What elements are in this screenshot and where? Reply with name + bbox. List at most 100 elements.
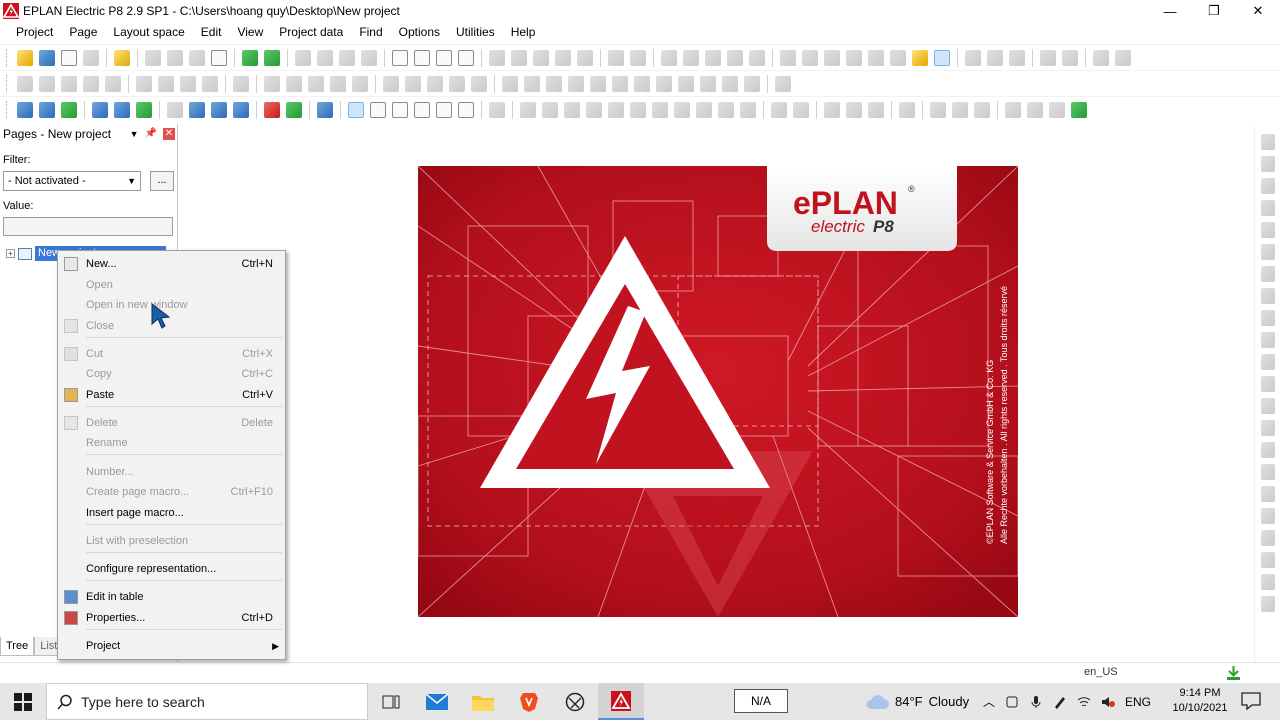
na-indicator[interactable]: N/A — [734, 689, 788, 713]
diamond-icon[interactable] — [383, 75, 399, 92]
previous-page-icon[interactable] — [608, 49, 624, 66]
value-field[interactable] — [3, 217, 173, 236]
microphone-icon[interactable] — [1029, 695, 1043, 709]
terminal-c-icon[interactable] — [449, 75, 465, 92]
menu-options[interactable]: Options — [391, 22, 448, 43]
terminal-a-icon[interactable] — [405, 75, 421, 92]
paste-icon[interactable] — [189, 49, 205, 66]
symbol-e-icon[interactable] — [586, 101, 602, 118]
undo-list-icon[interactable] — [317, 49, 333, 66]
context-menu-item[interactable]: Cut Ctrl+X — [58, 344, 285, 364]
symbol-j-icon[interactable] — [696, 101, 712, 118]
bar-icon[interactable] — [167, 101, 183, 118]
connector-e-icon[interactable] — [1005, 101, 1021, 118]
pick-format-icon[interactable] — [264, 49, 280, 66]
grid-b-icon[interactable] — [683, 49, 699, 66]
symbol-i-icon[interactable] — [674, 101, 690, 118]
connector-f-icon[interactable] — [1027, 101, 1043, 118]
symbol-h-icon[interactable] — [652, 101, 668, 118]
tee-b-icon[interactable] — [1260, 244, 1275, 260]
hatch-a-icon[interactable] — [824, 101, 840, 118]
hex-d-icon[interactable] — [202, 75, 218, 92]
undo-icon[interactable] — [295, 49, 311, 66]
connector-a-icon[interactable] — [899, 101, 915, 118]
panel-menu-icon[interactable]: ▼ — [130, 129, 139, 139]
line-a-icon[interactable] — [1260, 398, 1275, 414]
layout-b-icon[interactable] — [524, 75, 540, 92]
open-project-icon[interactable] — [39, 49, 55, 66]
junction-b-icon[interactable] — [1260, 332, 1275, 348]
cart-icon[interactable] — [1093, 49, 1109, 66]
context-menu-item[interactable]: New... Ctrl+N — [58, 254, 285, 274]
redo-list-icon[interactable] — [361, 49, 377, 66]
grid-a-icon[interactable] — [661, 49, 677, 66]
symbol-k-icon[interactable] — [718, 101, 734, 118]
symbol-f-icon[interactable] — [608, 101, 624, 118]
context-menu-item[interactable]: Insert page macro... — [58, 503, 285, 523]
box-b-icon[interactable] — [286, 75, 302, 92]
expand-icon[interactable]: + — [6, 249, 15, 258]
active-view-icon[interactable] — [934, 49, 950, 66]
new-project-icon[interactable] — [17, 49, 33, 66]
wifi-icon[interactable] — [1077, 695, 1091, 709]
box-c-icon[interactable] — [308, 75, 324, 92]
insert-e-icon[interactable] — [105, 75, 121, 92]
new-sheet-icon[interactable] — [370, 101, 386, 118]
align-c-icon[interactable] — [1009, 49, 1025, 66]
tab-tree[interactable]: Tree — [0, 637, 35, 656]
line-b-icon[interactable] — [1260, 420, 1275, 436]
insert-a-icon[interactable] — [17, 75, 33, 92]
flag-c-icon[interactable] — [233, 101, 249, 118]
filter-select[interactable]: - Not activated - ▼ — [3, 171, 141, 191]
toolbar-grip[interactable] — [6, 48, 10, 67]
layout-h-icon[interactable] — [656, 75, 672, 92]
circle-icon[interactable] — [1260, 530, 1275, 546]
context-menu-item[interactable]: Configure representation... — [58, 559, 285, 579]
arc-icon[interactable] — [1260, 574, 1275, 590]
line-d-icon[interactable] — [1260, 464, 1275, 480]
grid-d-icon[interactable] — [727, 49, 743, 66]
add-device-icon[interactable] — [61, 101, 77, 118]
format-brush-icon[interactable] — [242, 49, 258, 66]
mail-app[interactable] — [414, 683, 460, 720]
context-menu-item[interactable]: Delete Delete — [58, 413, 285, 433]
junction-c-icon[interactable] — [1260, 354, 1275, 370]
group-icon[interactable] — [1040, 49, 1056, 66]
box-e-icon[interactable] — [352, 75, 368, 92]
taskbar-clock[interactable]: 9:14 PM 10/10/2021 — [1168, 686, 1232, 716]
symbol-n-icon[interactable] — [793, 101, 809, 118]
zoom-in-icon[interactable] — [533, 49, 549, 66]
sheet-b-icon[interactable] — [392, 101, 408, 118]
start-button[interactable] — [0, 683, 46, 720]
box-d-icon[interactable] — [330, 75, 346, 92]
cut-icon[interactable] — [145, 49, 161, 66]
wire-icon[interactable] — [744, 75, 760, 92]
context-menu-item[interactable]: Paste Ctrl+V — [58, 385, 285, 405]
numbering-b-icon[interactable] — [114, 101, 130, 118]
context-menu-item[interactable]: Open — [58, 275, 285, 295]
page-select-icon[interactable] — [348, 101, 364, 118]
filter-options-button[interactable]: ... — [150, 171, 174, 191]
chevron-up-icon[interactable]: ︿ — [983, 693, 995, 710]
macro-icon[interactable] — [890, 49, 906, 66]
junction-a-icon[interactable] — [1260, 310, 1275, 326]
pin-icon[interactable]: 📌 — [145, 128, 157, 139]
menu-edit[interactable]: Edit — [193, 22, 230, 43]
context-menu-item[interactable]: Create page macro... Ctrl+F10 — [58, 482, 285, 502]
sheet-d-icon[interactable] — [436, 101, 452, 118]
hex-c-icon[interactable] — [180, 75, 196, 92]
insert-b-icon[interactable] — [39, 75, 55, 92]
corner-b-icon[interactable] — [1260, 156, 1275, 172]
weather-widget[interactable]: 84°F Cloudy — [865, 683, 969, 720]
check-icon[interactable] — [436, 49, 452, 66]
menu-find[interactable]: Find — [351, 22, 390, 43]
tee-c-icon[interactable] — [1260, 266, 1275, 282]
layout-i-icon[interactable] — [678, 75, 694, 92]
grid-c-icon[interactable] — [705, 49, 721, 66]
corner-a-icon[interactable] — [1260, 134, 1275, 150]
arc-b-icon[interactable] — [1260, 596, 1275, 612]
layout-c-icon[interactable] — [546, 75, 562, 92]
symbol-d-icon[interactable] — [564, 101, 580, 118]
sheet-c-icon[interactable] — [414, 101, 430, 118]
panel-close-icon[interactable]: ✕ — [163, 127, 175, 140]
